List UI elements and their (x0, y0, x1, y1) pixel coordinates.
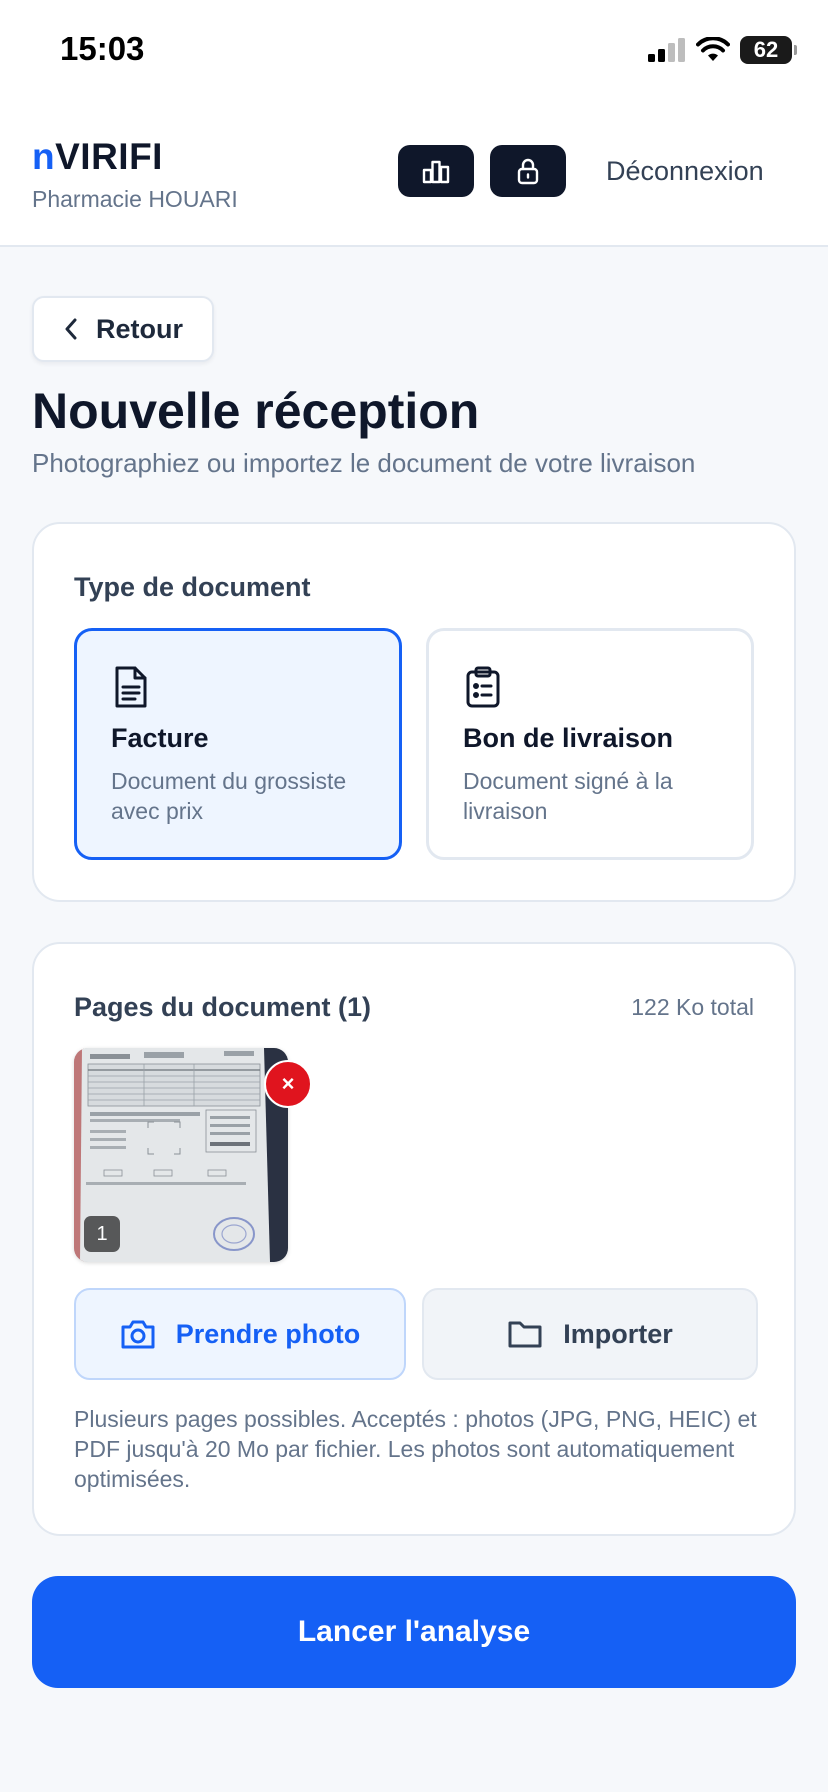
type-option-description: Document du grossiste avec prix (111, 768, 347, 824)
document-pages-card: Pages du document (1) 122 Ko total × 1 P… (32, 942, 796, 1536)
folder-icon (508, 1321, 542, 1348)
status-bar: 15:03 62 (0, 0, 828, 100)
clipboard-list-icon (466, 666, 500, 708)
pages-heading: Pages du document (1) (74, 992, 372, 1022)
lock-button[interactable] (490, 145, 566, 197)
page-subtitle: Photographiez ou importez le document de… (32, 448, 696, 478)
invoice-document-icon (115, 666, 147, 708)
remove-page-button[interactable]: × (264, 1060, 312, 1108)
upload-help-text: Plusieurs pages possibles. Acceptés : ph… (74, 1406, 757, 1492)
analyze-button[interactable]: Lancer l'analyse (32, 1576, 796, 1688)
take-photo-label: Prendre photo (175, 1318, 361, 1349)
signal-icon (648, 38, 685, 62)
wifi-icon (696, 37, 730, 61)
battery-icon: 62 (740, 36, 797, 64)
type-option-bon-de-livraison[interactable]: Bon de livraison Document signé à la liv… (426, 628, 754, 860)
page-number-badge: 1 (84, 1216, 120, 1252)
pages-total-size: 122 Ko total (631, 994, 754, 1020)
import-button[interactable]: Importer (422, 1288, 758, 1380)
pharmacy-name: Pharmacie HOUARI (32, 186, 238, 212)
chevron-left-icon (65, 318, 77, 340)
lock-icon (517, 158, 539, 185)
logout-button[interactable]: Déconnexion (606, 156, 764, 187)
type-option-title: Bon de livraison (463, 723, 674, 753)
app-header: nVIRIFI Pharmacie HOUARI Déconnexion (0, 100, 828, 247)
brand-name: VIRIFI (55, 136, 163, 177)
status-time: 15:03 (60, 30, 145, 67)
back-button[interactable]: Retour (32, 296, 214, 362)
type-option-title: Facture (111, 723, 209, 753)
brand-prefix: n (32, 136, 56, 177)
back-label: Retour (96, 313, 183, 344)
bar-chart-icon (422, 160, 450, 184)
take-photo-button[interactable]: Prendre photo (74, 1288, 406, 1380)
camera-icon (121, 1320, 155, 1349)
import-label: Importer (563, 1318, 673, 1349)
type-option-description: Document signé à la livraison (463, 768, 673, 824)
document-type-card: Type de document Facture Document du gro… (32, 522, 796, 902)
type-option-facture[interactable]: Facture Document du grossiste avec prix (74, 628, 402, 860)
document-type-heading: Type de document (74, 572, 311, 602)
status-icons: 62 (648, 34, 797, 66)
page-title: Nouvelle réception (32, 383, 480, 439)
brand-logo[interactable]: nVIRIFI (32, 136, 163, 178)
stats-button[interactable] (398, 145, 474, 197)
